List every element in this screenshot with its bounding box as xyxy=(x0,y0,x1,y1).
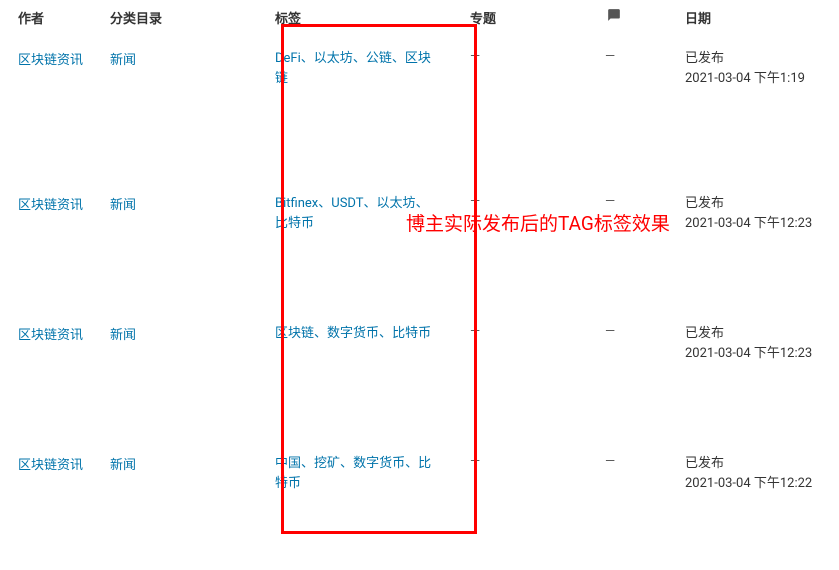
table-row: 区块链资讯新闻中国、挖矿、数字货币、比特币——已发布2021-03-04 下午1… xyxy=(0,440,839,570)
status-text: 已发布 xyxy=(685,324,839,344)
annotation-text: 博主实际发布后的TAG标签效果 xyxy=(406,209,670,236)
tags-cell: 区块链、数字货币、比特币 xyxy=(275,322,470,344)
comment-cell: — xyxy=(605,192,685,209)
category-link[interactable]: 新闻 xyxy=(110,198,136,213)
tag-link[interactable]: 公链 xyxy=(366,51,392,66)
tag-link[interactable]: 数字货币 xyxy=(327,326,379,341)
comment-icon xyxy=(605,8,623,22)
tags-cell: 中国、挖矿、数字货币、比特币 xyxy=(275,452,470,493)
datetime-text: 2021-03-04 下午1:19 xyxy=(685,69,839,89)
table-row: 区块链资讯新闻DeFi、以太坊、公链、区块链——已发布2021-03-04 下午… xyxy=(0,35,839,180)
category-link[interactable]: 新闻 xyxy=(110,458,136,473)
tag-link[interactable]: 挖矿 xyxy=(314,456,340,471)
author-link[interactable]: 区块链资讯 xyxy=(18,458,83,473)
author-cell: 区块链资讯 xyxy=(0,322,110,343)
status-text: 已发布 xyxy=(685,194,839,214)
tag-link[interactable]: 区块链 xyxy=(275,326,314,341)
datetime-text: 2021-03-04 下午12:23 xyxy=(685,214,839,234)
date-cell: 已发布2021-03-04 下午1:19 xyxy=(685,47,839,88)
topic-cell: — xyxy=(470,192,605,209)
datetime-text: 2021-03-04 下午12:23 xyxy=(685,344,839,364)
header-comments[interactable] xyxy=(605,8,685,27)
posts-table: 作者 分类目录 标签 专题 日期 区块链资讯新闻DeFi、以太坊、公链、区块链—… xyxy=(0,0,839,570)
tags-cell: DeFi、以太坊、公链、区块链 xyxy=(275,47,470,88)
tag-separator: 、 xyxy=(353,51,366,66)
category-cell: 新闻 xyxy=(110,322,275,343)
header-date[interactable]: 日期 xyxy=(685,8,839,27)
author-link[interactable]: 区块链资讯 xyxy=(18,198,83,213)
header-author[interactable]: 作者 xyxy=(0,8,110,27)
tag-link[interactable]: Bitfinex xyxy=(275,196,318,211)
tag-link[interactable]: USDT xyxy=(331,196,363,211)
comment-cell: — xyxy=(605,452,685,469)
category-cell: 新闻 xyxy=(110,192,275,213)
category-link[interactable]: 新闻 xyxy=(110,53,136,68)
header-category[interactable]: 分类目录 xyxy=(110,8,275,27)
tag-link[interactable]: 以太坊 xyxy=(314,51,353,66)
tag-separator: 、 xyxy=(379,326,392,341)
header-topic[interactable]: 专题 xyxy=(470,8,605,27)
tag-link[interactable]: 中国 xyxy=(275,456,301,471)
comment-cell: — xyxy=(605,322,685,339)
status-text: 已发布 xyxy=(685,49,839,69)
category-link[interactable]: 新闻 xyxy=(110,328,136,343)
tag-separator: 、 xyxy=(392,51,405,66)
date-cell: 已发布2021-03-04 下午12:22 xyxy=(685,452,839,493)
tag-separator: 、 xyxy=(301,51,314,66)
tag-link[interactable]: 比特币 xyxy=(392,326,431,341)
tag-link[interactable]: DeFi xyxy=(275,51,301,66)
date-cell: 已发布2021-03-04 下午12:23 xyxy=(685,192,839,233)
tag-separator: 、 xyxy=(340,456,353,471)
topic-cell: — xyxy=(470,452,605,469)
author-cell: 区块链资讯 xyxy=(0,452,110,473)
category-cell: 新闻 xyxy=(110,452,275,473)
header-tags[interactable]: 标签 xyxy=(275,8,470,27)
topic-cell: — xyxy=(470,47,605,64)
tag-separator: 、 xyxy=(314,326,327,341)
datetime-text: 2021-03-04 下午12:22 xyxy=(685,474,839,494)
comment-cell: — xyxy=(605,47,685,64)
author-link[interactable]: 区块链资讯 xyxy=(18,53,83,68)
tag-separator: 、 xyxy=(301,456,314,471)
category-cell: 新闻 xyxy=(110,47,275,68)
tag-link[interactable]: 比特币 xyxy=(275,216,314,231)
status-text: 已发布 xyxy=(685,454,839,474)
tag-separator: 、 xyxy=(364,196,377,211)
author-cell: 区块链资讯 xyxy=(0,47,110,68)
topic-cell: — xyxy=(470,322,605,339)
table-row: 区块链资讯新闻区块链、数字货币、比特币——已发布2021-03-04 下午12:… xyxy=(0,310,839,440)
tag-separator: 、 xyxy=(318,196,331,211)
author-link[interactable]: 区块链资讯 xyxy=(18,328,83,343)
date-cell: 已发布2021-03-04 下午12:23 xyxy=(685,322,839,363)
author-cell: 区块链资讯 xyxy=(0,192,110,213)
table-row: 区块链资讯新闻Bitfinex、USDT、以太坊、比特币——已发布2021-03… xyxy=(0,180,839,310)
table-header-row: 作者 分类目录 标签 专题 日期 xyxy=(0,0,839,35)
tag-separator: 、 xyxy=(405,456,418,471)
tag-link[interactable]: 数字货币 xyxy=(353,456,405,471)
